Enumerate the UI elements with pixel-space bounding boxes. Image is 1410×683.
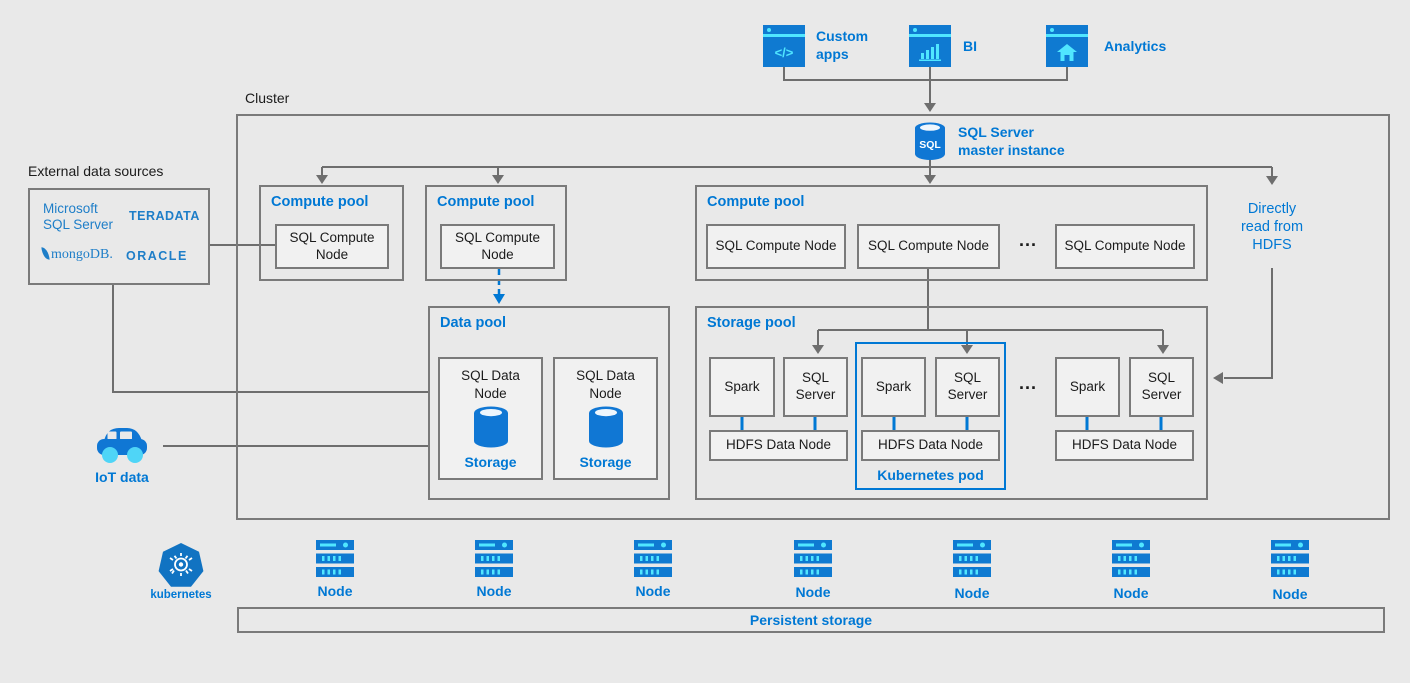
sql-data-node-label: SQL Data Node bbox=[561, 367, 651, 402]
sql-compute-node: SQL Compute Node bbox=[1055, 224, 1195, 269]
sql-master-line2: master instance bbox=[958, 142, 1065, 160]
compute-pool-ellipsis: ... bbox=[1014, 230, 1042, 251]
compute-pool-3-title: Compute pool bbox=[707, 194, 804, 210]
compute-pool-2-title: Compute pool bbox=[437, 194, 534, 210]
server-icon bbox=[794, 540, 832, 577]
custom-apps-label: Custom apps bbox=[816, 28, 886, 63]
server-icon bbox=[475, 540, 513, 577]
node-label: Node bbox=[1260, 586, 1320, 604]
external-data-sources-label: External data sources bbox=[28, 163, 163, 179]
hdfs-data-node: HDFS Data Node bbox=[861, 430, 1000, 461]
node-label: Node bbox=[1101, 585, 1161, 603]
persistent-storage-bar: Persistent storage bbox=[237, 607, 1385, 633]
data-pool-title: Data pool bbox=[440, 315, 506, 331]
server-icon bbox=[1271, 540, 1309, 577]
hdfs-data-node: HDFS Data Node bbox=[709, 430, 848, 461]
sql-master-line1: SQL Server bbox=[958, 124, 1065, 142]
storage-label: Storage bbox=[579, 453, 631, 471]
node-label: Node bbox=[464, 583, 524, 601]
storage-pool-ellipsis: ... bbox=[1014, 373, 1042, 394]
kubernetes-icon bbox=[158, 543, 204, 588]
home-glyph bbox=[1056, 43, 1078, 62]
sql-server-node: SQL Server bbox=[783, 357, 848, 417]
svg-text:SQL: SQL bbox=[919, 139, 941, 151]
iot-data-label: IoT data bbox=[93, 469, 151, 487]
sql-server-node: SQL Server bbox=[1129, 357, 1194, 417]
storage-pool-title: Storage pool bbox=[707, 315, 796, 331]
sql-data-node-label: SQL Data Node bbox=[446, 367, 536, 402]
compute-pool-1-title: Compute pool bbox=[271, 194, 368, 210]
sql-data-node-2: SQL Data Node Storage bbox=[553, 357, 658, 480]
oracle-logo: ORACLE bbox=[126, 249, 188, 263]
mongodb-leaf-icon bbox=[41, 247, 49, 261]
architecture-diagram: </> Custom apps BI Analytics Cluster bbox=[0, 0, 1410, 683]
server-icon bbox=[634, 540, 672, 577]
node-label: Node bbox=[305, 583, 365, 601]
home-window-icon bbox=[1046, 25, 1088, 67]
server-icon bbox=[316, 540, 354, 577]
server-icon bbox=[953, 540, 991, 577]
storage-cylinder-icon bbox=[586, 405, 626, 449]
sql-compute-node: SQL Compute Node bbox=[275, 224, 389, 269]
analytics-label: Analytics bbox=[1104, 38, 1166, 56]
mongodb-text: mongoDB. bbox=[51, 247, 113, 262]
mongodb-logo: mongoDB. bbox=[42, 247, 113, 263]
kubernetes-pod-label: Kubernetes pod bbox=[857, 467, 1004, 485]
sql-data-node-1: SQL Data Node Storage bbox=[438, 357, 543, 480]
iot-car-icon bbox=[95, 421, 149, 467]
external-data-sources-box: Microsoft SQL Server TERADATA mongoDB. O… bbox=[28, 188, 210, 285]
bi-label: BI bbox=[963, 38, 977, 56]
sql-server-node: SQL Server bbox=[935, 357, 1000, 417]
sql-master-cylinder-icon: SQL bbox=[913, 121, 947, 161]
spark-node: Spark bbox=[1055, 357, 1120, 417]
chart-window-icon bbox=[909, 25, 951, 67]
sql-master-label: SQL Server master instance bbox=[958, 124, 1065, 159]
spark-node: Spark bbox=[861, 357, 926, 417]
bar-chart-glyph bbox=[919, 43, 941, 61]
persistent-storage-label: Persistent storage bbox=[750, 612, 872, 628]
sql-compute-node: SQL Compute Node bbox=[706, 224, 846, 269]
storage-cylinder-icon bbox=[471, 405, 511, 449]
server-icon bbox=[1112, 540, 1150, 577]
teradata-logo: TERADATA bbox=[129, 209, 200, 223]
storage-label: Storage bbox=[464, 453, 516, 471]
sql-compute-node: SQL Compute Node bbox=[440, 224, 555, 269]
hdfs-data-node: HDFS Data Node bbox=[1055, 430, 1194, 461]
code-window-icon: </> bbox=[763, 25, 805, 67]
sql-compute-node: SQL Compute Node bbox=[857, 224, 1000, 269]
node-label: Node bbox=[942, 585, 1002, 603]
cluster-label: Cluster bbox=[245, 90, 289, 106]
kubernetes-label: kubernetes bbox=[146, 588, 216, 602]
mssql-logo: Microsoft SQL Server bbox=[43, 201, 118, 233]
spark-node: Spark bbox=[709, 357, 775, 417]
node-label: Node bbox=[783, 584, 843, 602]
node-label: Node bbox=[623, 583, 683, 601]
directly-read-hdfs-label: Directly read from HDFS bbox=[1233, 200, 1311, 254]
